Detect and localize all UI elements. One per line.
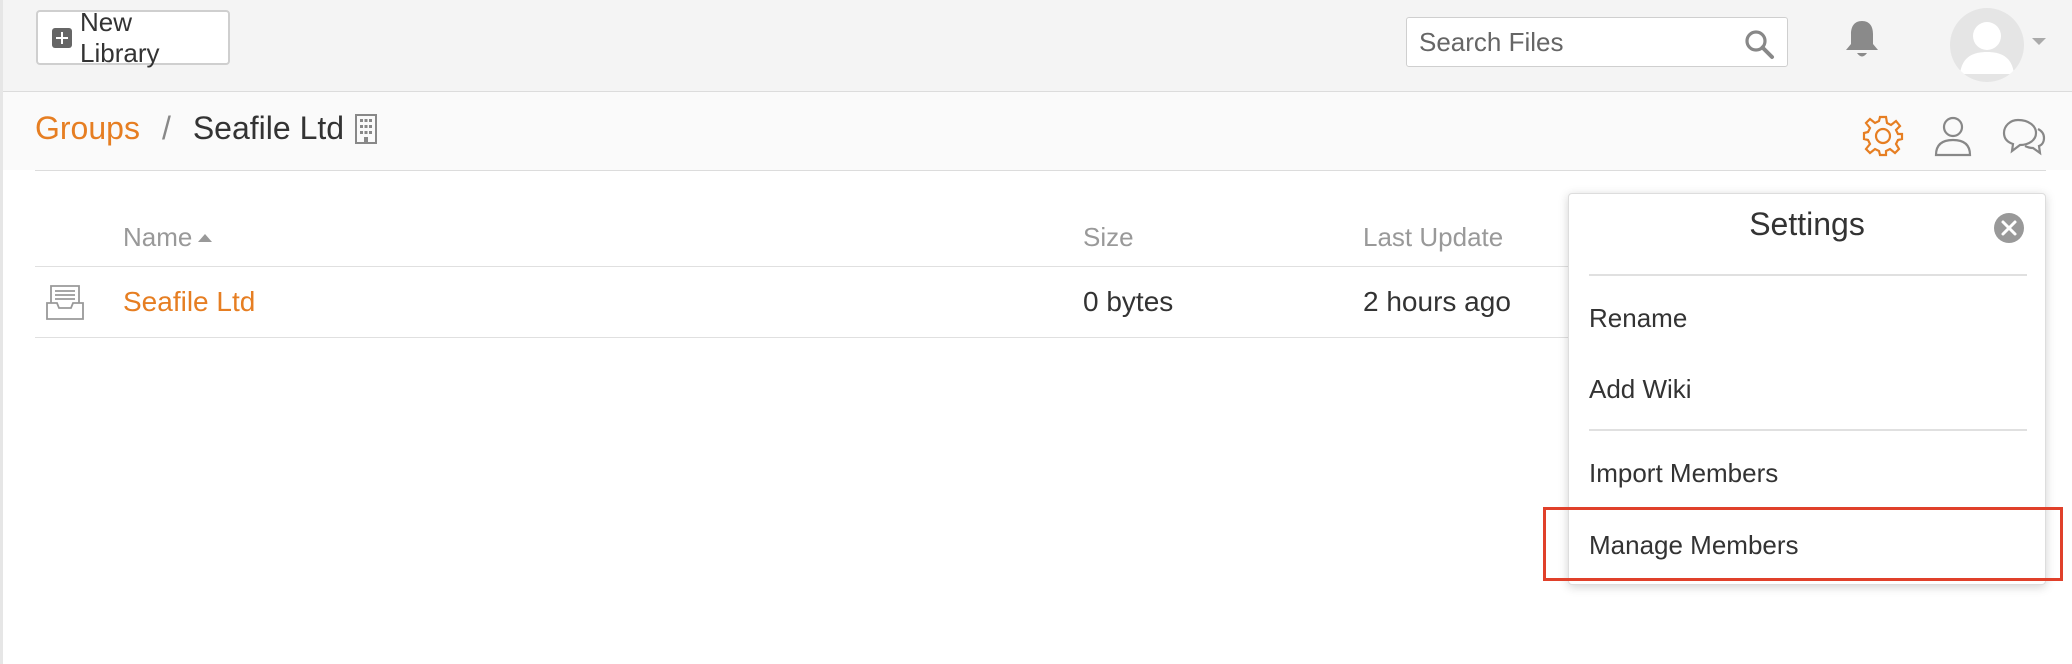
column-header-size[interactable]: Size bbox=[1083, 222, 1134, 253]
search-icon[interactable] bbox=[1743, 28, 1775, 60]
search-input[interactable] bbox=[1419, 27, 1719, 57]
library-size: 0 bytes bbox=[1083, 286, 1174, 317]
table-row[interactable]: Seafile Ltd 0 bytes 2 hours ago bbox=[35, 267, 1575, 338]
group-header: Groups / Seafile Ltd bbox=[35, 92, 2046, 171]
new-library-label: New Library bbox=[80, 6, 160, 68]
library-table: Name Size Last Update Seafile Ltd 0 byte… bbox=[35, 210, 1575, 338]
close-icon[interactable] bbox=[1993, 212, 2025, 244]
chat-icon[interactable] bbox=[2002, 116, 2046, 158]
plus-icon bbox=[52, 27, 72, 48]
library-name-link[interactable]: Seafile Ltd bbox=[123, 286, 255, 318]
column-header-last-update[interactable]: Last Update bbox=[1363, 222, 1503, 253]
new-library-button[interactable]: New Library bbox=[36, 7, 230, 68]
settings-divider bbox=[1589, 429, 2027, 431]
avatar[interactable] bbox=[1950, 8, 2024, 82]
gear-icon[interactable] bbox=[1861, 114, 1905, 158]
left-border bbox=[0, 0, 3, 664]
settings-title: Settings bbox=[1749, 206, 1865, 242]
settings-divider bbox=[1589, 274, 2027, 276]
menu-item-add-wiki[interactable]: Add Wiki bbox=[1589, 374, 1692, 405]
person-icon[interactable] bbox=[1933, 114, 1973, 158]
sort-ascending-icon bbox=[198, 234, 213, 242]
building-icon bbox=[355, 113, 378, 144]
column-name-label: Name bbox=[123, 222, 193, 252]
breadcrumb-groups-link[interactable]: Groups bbox=[35, 110, 140, 147]
menu-item-rename[interactable]: Rename bbox=[1589, 303, 1687, 334]
column-header-name[interactable]: Name bbox=[123, 222, 213, 253]
highlight-box bbox=[1543, 507, 2063, 581]
breadcrumb: Groups / Seafile Ltd bbox=[35, 110, 378, 147]
bell-icon[interactable] bbox=[1842, 18, 1882, 62]
search-box bbox=[1406, 17, 1788, 67]
chevron-down-icon[interactable] bbox=[2032, 38, 2046, 45]
menu-item-import-members[interactable]: Import Members bbox=[1589, 458, 1778, 489]
table-header: Name Size Last Update bbox=[35, 210, 1575, 267]
library-icon bbox=[46, 285, 84, 320]
top-header: New Library bbox=[0, 0, 2072, 92]
breadcrumb-current-group: Seafile Ltd bbox=[192, 110, 345, 146]
user-silhouette-icon bbox=[1960, 22, 2014, 74]
library-last-update: 2 hours ago bbox=[1363, 286, 1511, 317]
breadcrumb-separator: / bbox=[161, 110, 171, 146]
